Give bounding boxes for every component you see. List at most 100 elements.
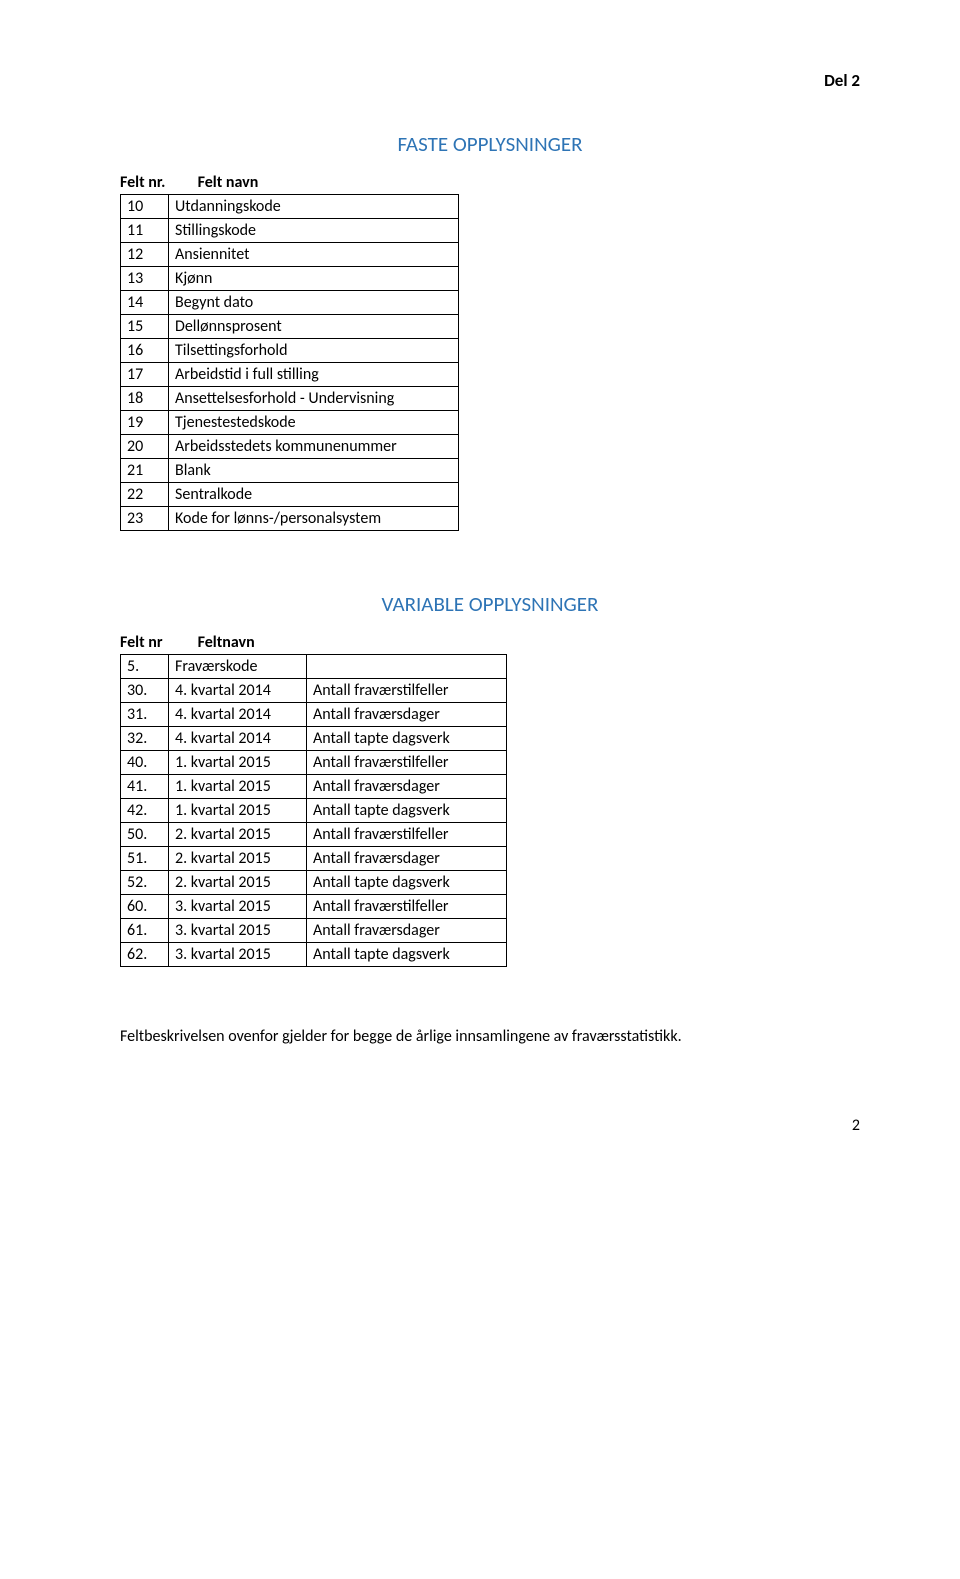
- kvartal-cell: 4. kvartal 2014: [169, 727, 307, 751]
- table-row: 51.2. kvartal 2015Antall fraværsdager: [121, 847, 507, 871]
- felt-nr-cell: 10: [121, 195, 169, 219]
- table-row: 22Sentralkode: [121, 483, 459, 507]
- felt-nr-cell: 11: [121, 219, 169, 243]
- felt-nr-cell: 21: [121, 459, 169, 483]
- felt-nr-cell: 62.: [121, 943, 169, 967]
- felt-nr-cell: 13: [121, 267, 169, 291]
- felt-nr-cell: 12: [121, 243, 169, 267]
- felt-nr-cell: 20: [121, 435, 169, 459]
- felt-navn-cell: Stillingskode: [169, 219, 459, 243]
- table-row: 17Arbeidstid i full stilling: [121, 363, 459, 387]
- section2-title: VARIABLE OPPLYSNINGER: [120, 591, 860, 617]
- felt-nr-cell: 17: [121, 363, 169, 387]
- kvartal-cell: 2. kvartal 2015: [169, 847, 307, 871]
- page-number: 2: [120, 1116, 860, 1135]
- felt-nr-cell: 14: [121, 291, 169, 315]
- felt-nr-cell: 52.: [121, 871, 169, 895]
- felt-navn-cell: Tjenestestedskode: [169, 411, 459, 435]
- felt-navn-cell: Ansiennitet: [169, 243, 459, 267]
- beskrivelse-cell: Antall tapte dagsverk: [307, 727, 507, 751]
- beskrivelse-cell: Antall tapte dagsverk: [307, 871, 507, 895]
- table-row: 61.3. kvartal 2015Antall fraværsdager: [121, 919, 507, 943]
- kvartal-cell: 3. kvartal 2015: [169, 895, 307, 919]
- felt-nr-cell: 42.: [121, 799, 169, 823]
- beskrivelse-cell: Antall fraværsdager: [307, 775, 507, 799]
- table-row: 15Dellønnsprosent: [121, 315, 459, 339]
- table-row: 21Blank: [121, 459, 459, 483]
- footer-description: Feltbeskrivelsen ovenfor gjelder for beg…: [120, 1027, 860, 1046]
- beskrivelse-cell: Antall fraværstilfeller: [307, 679, 507, 703]
- beskrivelse-cell: Antall fraværsdager: [307, 703, 507, 727]
- felt-nr-cell: 61.: [121, 919, 169, 943]
- felt-navn-cell: Arbeidsstedets kommunenummer: [169, 435, 459, 459]
- felt-navn-cell: Dellønnsprosent: [169, 315, 459, 339]
- felt-nr-cell: 51.: [121, 847, 169, 871]
- table-row: 14Begynt dato: [121, 291, 459, 315]
- table-row: 16Tilsettingsforhold: [121, 339, 459, 363]
- table-row: 10Utdanningskode: [121, 195, 459, 219]
- table-row: 30.4. kvartal 2014Antall fraværstilfelle…: [121, 679, 507, 703]
- felt-nr-cell: 31.: [121, 703, 169, 727]
- felt-nr-cell: 18: [121, 387, 169, 411]
- felt-nr-cell: 19: [121, 411, 169, 435]
- table-row: 19Tjenestestedskode: [121, 411, 459, 435]
- kvartal-cell: 1. kvartal 2015: [169, 799, 307, 823]
- kvartal-cell: 1. kvartal 2015: [169, 775, 307, 799]
- table-row: 50.2. kvartal 2015Antall fraværstilfelle…: [121, 823, 507, 847]
- felt-nr-cell: 50.: [121, 823, 169, 847]
- felt-navn-cell: Arbeidstid i full stilling: [169, 363, 459, 387]
- felt-nr-cell: 60.: [121, 895, 169, 919]
- felt-nr-cell: 32.: [121, 727, 169, 751]
- table-row: 62.3. kvartal 2015Antall tapte dagsverk: [121, 943, 507, 967]
- beskrivelse-cell: Antall fraværsdager: [307, 919, 507, 943]
- kvartal-cell: Fraværskode: [169, 655, 307, 679]
- felt-navn-cell: Kjønn: [169, 267, 459, 291]
- kvartal-cell: 4. kvartal 2014: [169, 679, 307, 703]
- felt-nr-cell: 15: [121, 315, 169, 339]
- table-row: 31.4. kvartal 2014Antall fraværsdager: [121, 703, 507, 727]
- beskrivelse-cell: Antall tapte dagsverk: [307, 943, 507, 967]
- felt-nr-cell: 30.: [121, 679, 169, 703]
- felt-navn-cell: Kode for lønns-/personalsystem: [169, 507, 459, 531]
- beskrivelse-cell: Antall fraværsdager: [307, 847, 507, 871]
- table2-col2-header: Feltnavn: [198, 633, 255, 652]
- table-row: 52.2. kvartal 2015Antall tapte dagsverk: [121, 871, 507, 895]
- table-row: 41.1. kvartal 2015Antall fraværsdager: [121, 775, 507, 799]
- kvartal-cell: 2. kvartal 2015: [169, 823, 307, 847]
- table2-col1-header: Felt nr: [120, 633, 194, 652]
- table-row: 12Ansiennitet: [121, 243, 459, 267]
- section1-title: FASTE OPPLYSNINGER: [120, 131, 860, 157]
- beskrivelse-cell: Antall fraværstilfeller: [307, 823, 507, 847]
- table-row: 18Ansettelsesforhold - Undervisning: [121, 387, 459, 411]
- felt-nr-cell: 5.: [121, 655, 169, 679]
- beskrivelse-cell: Antall fraværstilfeller: [307, 895, 507, 919]
- felt-navn-cell: Ansettelsesforhold - Undervisning: [169, 387, 459, 411]
- kvartal-cell: 1. kvartal 2015: [169, 751, 307, 775]
- beskrivelse-cell: Antall tapte dagsverk: [307, 799, 507, 823]
- table-row: 40.1. kvartal 2015Antall fraværstilfelle…: [121, 751, 507, 775]
- felt-nr-cell: 41.: [121, 775, 169, 799]
- felt-navn-cell: Blank: [169, 459, 459, 483]
- table-row: 42.1. kvartal 2015Antall tapte dagsverk: [121, 799, 507, 823]
- table2-header-line: Felt nr Feltnavn: [120, 633, 860, 652]
- table1-header-line: Felt nr. Felt navn: [120, 173, 860, 192]
- felt-nr-cell: 16: [121, 339, 169, 363]
- faste-opplysninger-table: 10Utdanningskode11Stillingskode12Ansienn…: [120, 194, 459, 531]
- felt-navn-cell: Sentralkode: [169, 483, 459, 507]
- table-row: 11Stillingskode: [121, 219, 459, 243]
- table1-col2-header: Felt navn: [198, 173, 259, 192]
- table1-col1-header: Felt nr.: [120, 173, 194, 192]
- felt-navn-cell: Utdanningskode: [169, 195, 459, 219]
- kvartal-cell: 3. kvartal 2015: [169, 943, 307, 967]
- table-row: 13Kjønn: [121, 267, 459, 291]
- felt-nr-cell: 22: [121, 483, 169, 507]
- felt-nr-cell: 23: [121, 507, 169, 531]
- beskrivelse-cell: [307, 655, 507, 679]
- felt-navn-cell: Tilsettingsforhold: [169, 339, 459, 363]
- table-row: 5.Fraværskode: [121, 655, 507, 679]
- kvartal-cell: 3. kvartal 2015: [169, 919, 307, 943]
- felt-nr-cell: 40.: [121, 751, 169, 775]
- beskrivelse-cell: Antall fraværstilfeller: [307, 751, 507, 775]
- table-row: 60.3. kvartal 2015Antall fraværstilfelle…: [121, 895, 507, 919]
- kvartal-cell: 2. kvartal 2015: [169, 871, 307, 895]
